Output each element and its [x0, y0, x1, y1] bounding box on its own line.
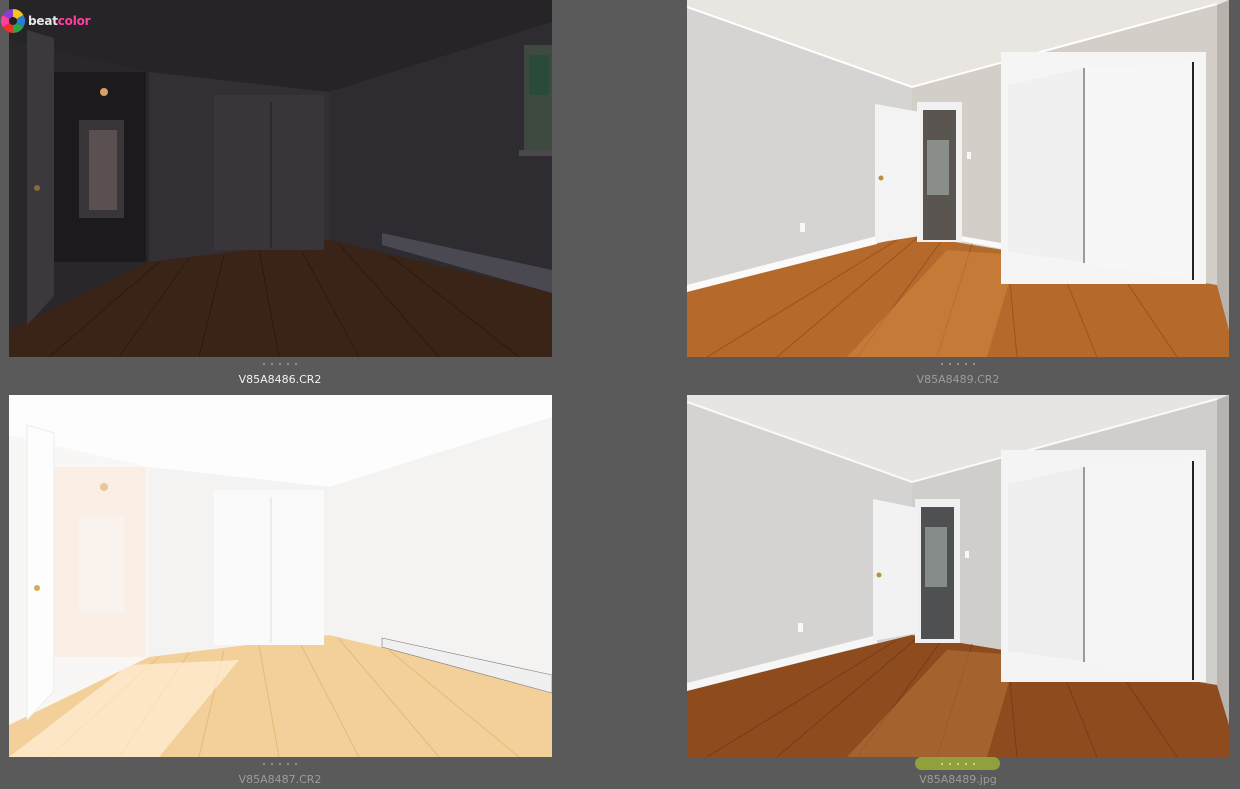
rating-dot[interactable] [295, 763, 297, 765]
thumbnail-dark-exposure[interactable] [9, 0, 552, 357]
filename-label[interactable]: V85A8489.CR2 [858, 373, 1058, 386]
rating-dot[interactable] [972, 762, 975, 765]
rating-dot[interactable] [949, 363, 951, 365]
rating-dot[interactable] [271, 363, 273, 365]
filename-label[interactable]: V85A8486.CR2 [180, 373, 380, 386]
rating-dot[interactable] [279, 363, 281, 365]
rating-dot[interactable] [295, 363, 297, 365]
room-photo-normal [687, 0, 1229, 357]
rating-dot[interactable] [287, 763, 289, 765]
rating-dot[interactable] [956, 762, 959, 765]
room-photo-final [687, 395, 1229, 757]
logo-wordmark: beatcolor [28, 14, 91, 28]
thumbnail-normal-exposure[interactable] [687, 0, 1229, 357]
logo-word-2: color [57, 14, 91, 28]
photo-grid-view: beatcolor V85A8486.CR2 V85A8489.CR2 V85A… [0, 0, 1240, 789]
app-logo: beatcolor [0, 6, 91, 36]
rating-dot[interactable] [940, 762, 943, 765]
rating-dots[interactable] [241, 759, 319, 769]
rating-dot[interactable] [941, 363, 943, 365]
rating-dot[interactable] [263, 363, 265, 365]
color-wheel-icon [0, 8, 26, 33]
rating-dot[interactable] [279, 763, 281, 765]
rating-dot[interactable] [263, 763, 265, 765]
rating-dots[interactable] [919, 359, 997, 369]
rating-dot[interactable] [957, 363, 959, 365]
thumbnail-final-edit[interactable] [687, 395, 1229, 757]
room-photo-overexposed [9, 395, 552, 757]
filename-label[interactable]: V85A8487.CR2 [180, 773, 380, 786]
rating-dot[interactable] [287, 363, 289, 365]
logo-word-1: beat [28, 14, 58, 28]
rating-dot[interactable] [973, 363, 975, 365]
rating-dot[interactable] [965, 363, 967, 365]
rating-dot[interactable] [948, 762, 951, 765]
rating-dot[interactable] [964, 762, 967, 765]
filename-label[interactable]: V85A8489.jpg [858, 773, 1058, 786]
rating-badge[interactable] [915, 757, 1000, 770]
room-photo-dark [9, 0, 552, 357]
rating-dot[interactable] [271, 763, 273, 765]
thumbnail-overexposed[interactable] [9, 395, 552, 757]
rating-dots[interactable] [241, 359, 319, 369]
